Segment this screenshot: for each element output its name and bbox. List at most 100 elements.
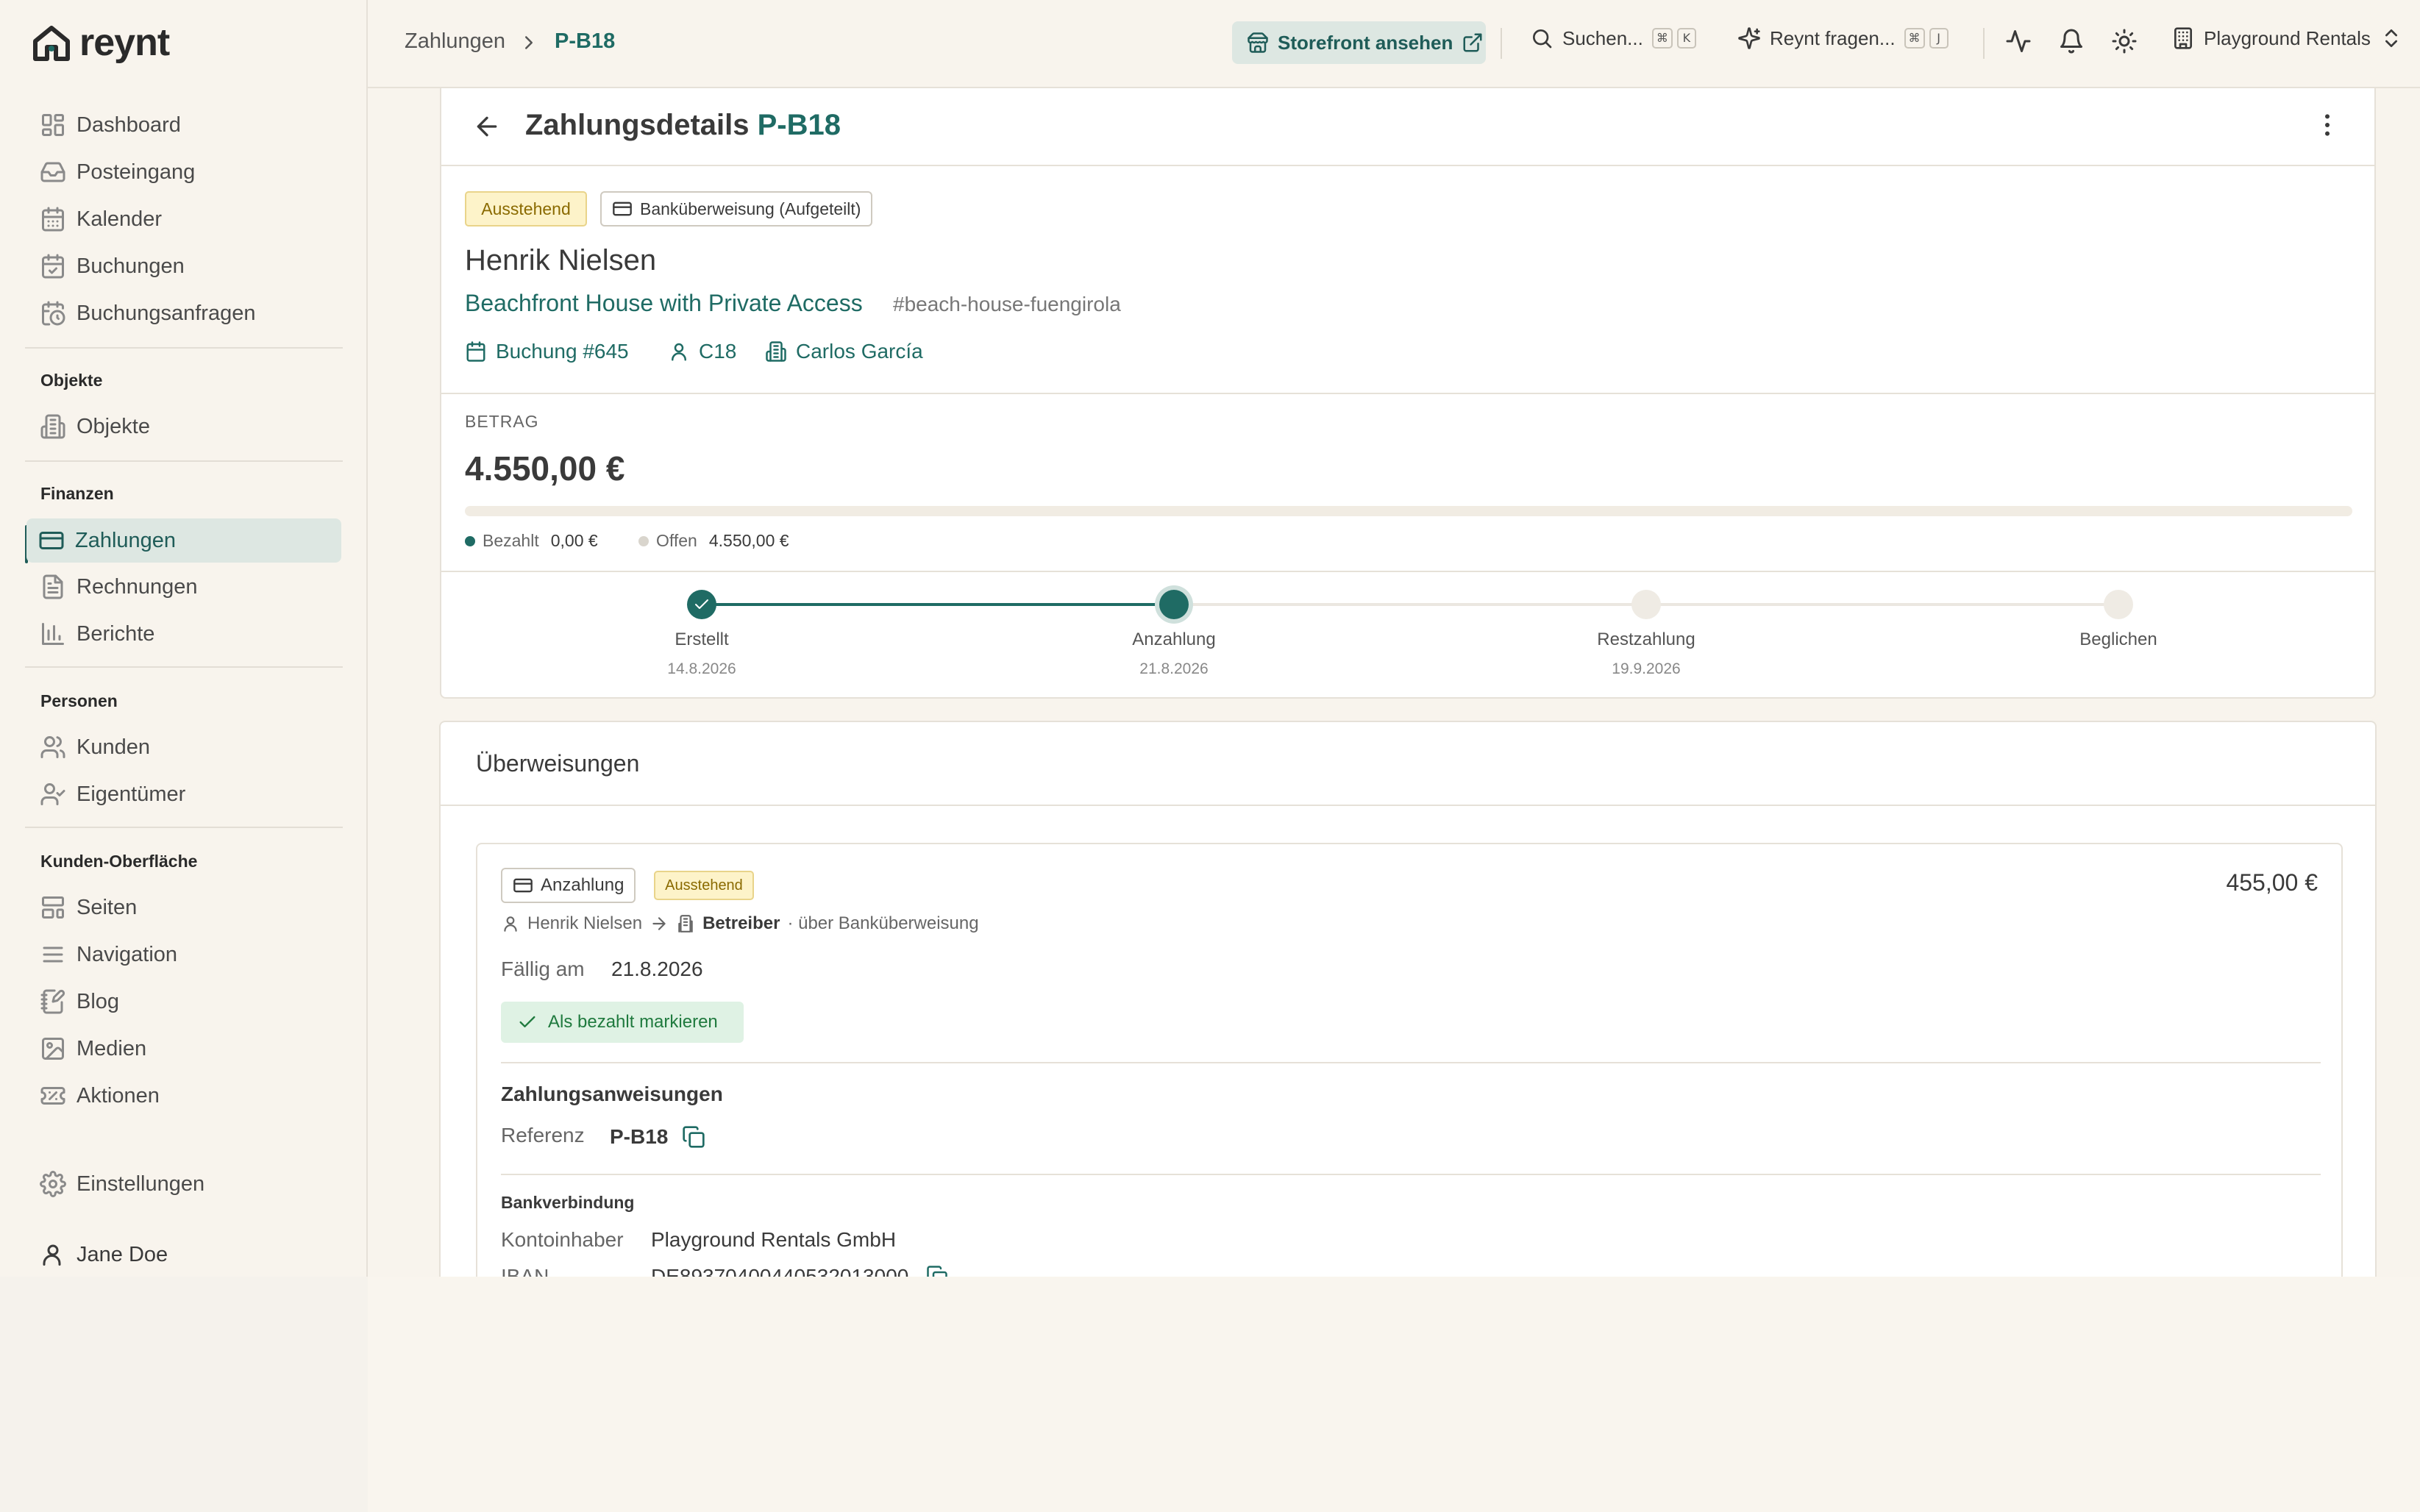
section-label-objekte: Objekte — [40, 371, 103, 390]
transfers-title: Überweisungen — [476, 750, 640, 777]
sidebar-item-zahlungen[interactable]: Zahlungen — [26, 518, 341, 563]
timeline-line-done — [702, 603, 1174, 606]
search-button[interactable]: Suchen... ⌘ K — [1530, 26, 1696, 50]
sidebar-item-kalender[interactable]: Kalender — [28, 197, 343, 241]
sidebar-item-label: Einstellungen — [76, 1172, 205, 1196]
ask-ai-button[interactable]: Reynt fragen... ⌘ J — [1737, 26, 1949, 50]
guest-name: Henrik Nielsen — [465, 244, 657, 277]
user-menu[interactable]: Jane Doe — [28, 1233, 343, 1277]
sidebar-item-label: Objekte — [76, 414, 150, 438]
section-label-kunden-oberflaeche: Kunden-Oberfläche — [40, 852, 198, 871]
sidebar-item-seiten[interactable]: Seiten — [28, 885, 343, 930]
sidebar-item-label: Kalender — [76, 207, 163, 231]
owner-name: Carlos García — [796, 340, 923, 363]
transfer-from: Henrik Nielsen — [527, 913, 643, 933]
brand-logo[interactable]: reynt — [31, 21, 170, 65]
sidebar-item-label: Medien — [76, 1036, 147, 1060]
instructions-title: Zahlungsanweisungen — [501, 1083, 723, 1105]
chevrons-up-down-icon — [2385, 29, 2397, 47]
topbar-divider — [1983, 28, 1985, 59]
sidebar-item-dashboard[interactable]: Dashboard — [28, 103, 343, 147]
transfer-to: Betreiber — [702, 913, 780, 933]
due-label: Fällig am — [501, 958, 585, 980]
shortcut-key: ⌘ — [1904, 28, 1925, 49]
more-vertical-icon[interactable] — [2313, 110, 2342, 140]
customer-link[interactable]: C18 — [668, 340, 736, 363]
search-label: Suchen... — [1562, 26, 1643, 49]
sparkles-icon — [1738, 27, 1760, 49]
open-value: 4.550,00 € — [708, 531, 789, 550]
bell-icon[interactable] — [2058, 28, 2085, 54]
paid-label: Bezahlt — [483, 531, 539, 550]
workspace-switcher[interactable]: Playground Rentals — [2171, 26, 2403, 50]
mark-paid-button[interactable]: Als bezahlt markieren — [501, 1002, 744, 1043]
sidebar-divider — [25, 666, 343, 668]
timeline-step-current — [1159, 590, 1189, 619]
customer-code: C18 — [699, 340, 737, 363]
sidebar-item-aktionen[interactable]: Aktionen — [28, 1074, 343, 1118]
property-link[interactable]: Beachfront House with Private Access — [465, 290, 863, 317]
copy-icon[interactable] — [682, 1125, 705, 1149]
sidebar-item-einstellungen[interactable]: Einstellungen — [28, 1162, 343, 1206]
sidebar-item-rechnungen[interactable]: Rechnungen — [28, 565, 343, 609]
timeline-label: Restzahlung — [1597, 630, 1695, 649]
activity-icon[interactable] — [2005, 28, 2032, 54]
reference-label: Referenz — [501, 1124, 585, 1147]
sidebar-item-berichte[interactable]: Berichte — [28, 612, 343, 656]
store-icon — [1248, 32, 1268, 53]
timeline-step-upcoming — [1631, 590, 1661, 619]
topbar: Zahlungen P-B18 Storefront ansehen Suche… — [368, 0, 2420, 88]
sidebar-item-blog[interactable]: Blog — [28, 980, 343, 1024]
open-label: Offen — [656, 531, 697, 550]
legend-paid: Bezahlt 0,00 € — [465, 531, 598, 551]
amount-label: BETRAG — [465, 412, 539, 431]
sidebar-item-buchungen[interactable]: Buchungen — [28, 244, 343, 288]
calendar-icon — [466, 341, 485, 362]
sidebar-divider — [25, 827, 343, 828]
sidebar-item-label: Aktionen — [76, 1083, 160, 1108]
breadcrumb-zahlungen[interactable]: Zahlungen — [405, 29, 505, 54]
workspace-name: Playground Rentals — [2204, 26, 2371, 49]
inbox-icon — [40, 162, 65, 182]
due-date: 21.8.2026 — [611, 958, 703, 980]
sidebar-item-label: Berichte — [76, 621, 155, 646]
check-icon — [519, 1016, 535, 1027]
sidebar-item-kunden[interactable]: Kunden — [28, 725, 343, 769]
sidebar-item-objekte[interactable]: Objekte — [28, 404, 343, 449]
storefront-button[interactable]: Storefront ansehen — [1232, 21, 1486, 64]
sidebar-item-posteingang[interactable]: Posteingang — [28, 150, 343, 194]
users-icon — [40, 736, 65, 758]
sidebar-item-label: Seiten — [76, 895, 138, 919]
property-slug: #beach-house-fuengirola — [893, 293, 1121, 315]
credit-card-icon — [513, 878, 533, 893]
sidebar-item-medien[interactable]: Medien — [28, 1027, 343, 1071]
arrow-left-icon[interactable] — [472, 112, 502, 141]
credit-card-icon — [613, 202, 632, 216]
layout-icon — [42, 896, 64, 919]
building-icon — [678, 915, 693, 932]
sidebar-item-label: Posteingang — [76, 160, 196, 184]
holder-value: Playground Rentals GmbH — [651, 1228, 897, 1251]
page-title: Zahlungsdetails P-B18 — [525, 109, 841, 142]
transfer-via: · über Banküberweisung — [787, 913, 979, 933]
calendar-icon — [42, 207, 64, 232]
title-payment-id: P-B18 — [757, 109, 841, 141]
user-icon — [672, 343, 686, 361]
gear-icon — [40, 1171, 66, 1197]
external-link-icon — [1463, 33, 1482, 52]
sidebar-item-label: Dashboard — [76, 113, 181, 137]
booking-link[interactable]: Buchung #645 — [465, 340, 629, 363]
sidebar-item-buchungsanfragen[interactable]: Buchungsanfragen — [28, 291, 343, 335]
sidebar-item-eigentuemer[interactable]: Eigentümer — [28, 772, 343, 816]
mark-paid-label: Als bezahlt markieren — [548, 1012, 718, 1032]
paid-dot — [465, 535, 475, 546]
brand-name: reynt — [79, 21, 170, 64]
building-icon — [40, 414, 65, 439]
section-divider — [441, 393, 2374, 394]
timeline-step-done — [687, 590, 716, 619]
storefront-label: Storefront ansehen — [1278, 31, 1453, 54]
sun-icon[interactable] — [2111, 28, 2138, 54]
sidebar-item-navigation[interactable]: Navigation — [28, 932, 343, 977]
owner-link[interactable]: Carlos García — [765, 340, 923, 363]
notebook-pen-icon — [40, 989, 65, 1014]
